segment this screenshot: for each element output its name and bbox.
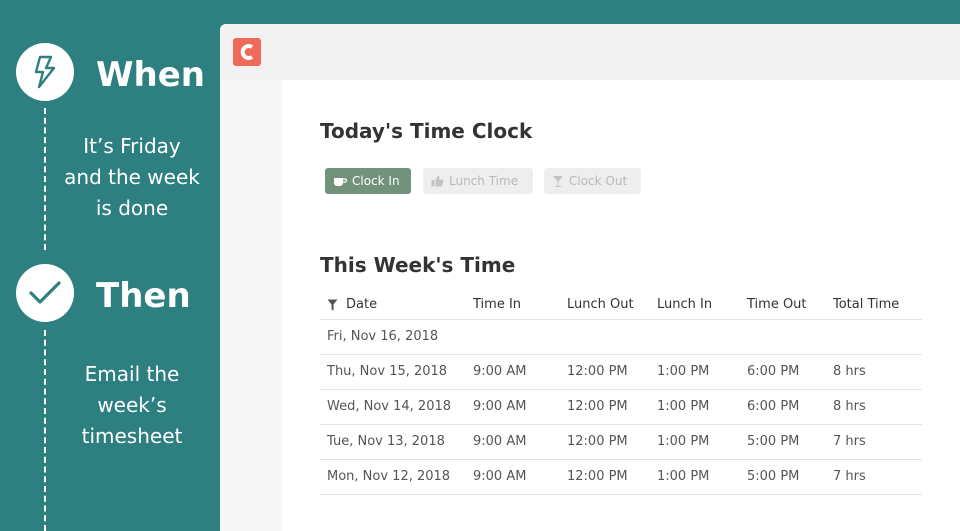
total-time-cell: 8 hrs (833, 399, 866, 414)
date-cell: Mon, Nov 12, 2018 (327, 469, 451, 484)
date-cell: Thu, Nov 15, 2018 (327, 364, 448, 379)
lightning-bolt-icon (34, 55, 56, 89)
table-row[interactable]: Thu, Nov 15, 2018 9:00 AM 12:00 PM 1:00 … (320, 355, 922, 390)
lunch-out-cell: 12:00 PM (567, 399, 628, 414)
lunch-out-column-header: Lunch Out (567, 297, 634, 312)
description-line: week’s (97, 393, 167, 417)
lunch-time-button[interactable]: Lunch Time (423, 168, 533, 194)
time-out-cell: 5:00 PM (747, 434, 800, 449)
lunch-in-cell: 1:00 PM (657, 364, 710, 379)
time-out-cell: 5:00 PM (747, 469, 800, 484)
description-line: It’s Friday (83, 134, 181, 158)
clock-in-button[interactable]: Clock In (325, 168, 411, 194)
description-line: and the week (64, 165, 200, 189)
lunch-in-cell: 1:00 PM (657, 469, 710, 484)
time-out-cell: 6:00 PM (747, 399, 800, 414)
lunch-in-cell: 1:00 PM (657, 434, 710, 449)
app-header (220, 24, 960, 80)
time-in-column-header: Time In (473, 297, 522, 312)
description-line: is done (95, 196, 169, 220)
column-header-label: Date (346, 297, 378, 312)
thumbs-up-icon (431, 175, 444, 187)
lunch-out-cell: 12:00 PM (567, 434, 628, 449)
date-cell: Tue, Nov 13, 2018 (327, 434, 445, 449)
lunch-time-label: Lunch Time (449, 174, 519, 188)
clock-out-label: Clock Out (569, 174, 628, 188)
when-step-description: It’s Friday and the week is done (44, 131, 220, 224)
time-in-cell: 9:00 AM (473, 364, 527, 379)
date-cell: Wed, Nov 14, 2018 (327, 399, 452, 414)
then-step-badge (16, 264, 74, 322)
app-logo[interactable] (233, 38, 261, 66)
date-column-header[interactable]: Date (327, 290, 377, 320)
time-out-cell: 6:00 PM (747, 364, 800, 379)
todays-time-clock-title: Today's Time Clock (320, 119, 533, 143)
checkmark-icon (29, 281, 61, 304)
app-sidebar (220, 80, 282, 531)
total-time-cell: 7 hrs (833, 434, 866, 449)
lunch-out-cell: 12:00 PM (567, 364, 628, 379)
when-step-title: When (96, 55, 205, 95)
description-line: timesheet (81, 424, 183, 448)
total-time-cell: 7 hrs (833, 469, 866, 484)
description-line: Email the (84, 362, 180, 386)
lunch-out-cell: 12:00 PM (567, 469, 628, 484)
lunch-in-column-header: Lunch In (657, 297, 713, 312)
time-in-cell: 9:00 AM (473, 399, 527, 414)
automation-steps-panel: When It’s Friday and the week is done Th… (0, 0, 220, 531)
then-step-title: Then (96, 276, 191, 316)
date-cell: Fri, Nov 16, 2018 (327, 329, 439, 344)
time-in-cell: 9:00 AM (473, 469, 527, 484)
this-weeks-time-title: This Week's Time (320, 253, 516, 277)
time-out-column-header: Time Out (747, 297, 807, 312)
lunch-in-cell: 1:00 PM (657, 399, 710, 414)
table-row[interactable]: Mon, Nov 12, 2018 9:00 AM 12:00 PM 1:00 … (320, 460, 922, 495)
weekly-time-table: Date Time In Lunch Out Lunch In Time Out… (320, 290, 922, 495)
then-step-description: Email the week’s timesheet (44, 359, 220, 452)
table-row[interactable]: Fri, Nov 16, 2018 (320, 320, 922, 355)
clock-in-label: Clock In (352, 174, 400, 188)
clock-out-button[interactable]: Clock Out (544, 168, 641, 194)
table-row[interactable]: Tue, Nov 13, 2018 9:00 AM 12:00 PM 1:00 … (320, 425, 922, 460)
app-window: Today's Time Clock Clock In Lunch Time C… (220, 24, 960, 531)
total-time-cell: 8 hrs (833, 364, 866, 379)
table-header-row: Date Time In Lunch Out Lunch In Time Out… (320, 290, 922, 320)
when-step-badge (16, 43, 74, 101)
coffee-cup-icon (334, 178, 347, 186)
filter-icon[interactable] (327, 299, 338, 311)
cocktail-glass-icon (553, 175, 563, 187)
logo-mark-icon (240, 44, 254, 60)
table-row[interactable]: Wed, Nov 14, 2018 9:00 AM 12:00 PM 1:00 … (320, 390, 922, 425)
total-time-column-header: Total Time (833, 297, 900, 312)
time-in-cell: 9:00 AM (473, 434, 527, 449)
